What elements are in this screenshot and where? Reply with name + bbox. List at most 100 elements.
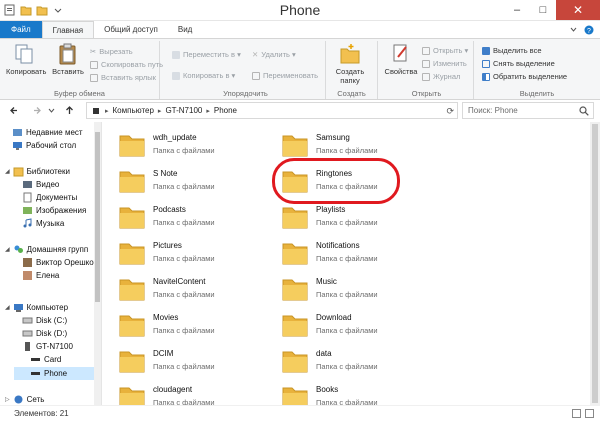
libraries-icon	[13, 167, 24, 177]
open-button[interactable]: Открыть ▾	[422, 45, 468, 56]
nav-item-label: Рабочий стол	[26, 141, 77, 150]
refresh-icon[interactable]: ⟳	[446, 106, 454, 117]
tab-file[interactable]: Файл	[0, 21, 42, 38]
folder-item[interactable]: Podcasts Папка с файлами	[103, 200, 253, 232]
nav-item-documents[interactable]: Документы	[22, 191, 77, 204]
nav-item-user-1[interactable]: Виктор Орешко	[22, 256, 94, 269]
folder-type: Папка с файлами	[316, 290, 378, 299]
search-icon[interactable]	[579, 106, 589, 116]
folder-item[interactable]: Samsung Папка с файлами	[266, 128, 416, 160]
folder-type: Папка с файлами	[316, 146, 378, 155]
nav-item-device[interactable]: GT-N7100	[22, 340, 73, 353]
nav-item-disk-c[interactable]: Disk (C:)	[22, 314, 67, 327]
history-icon	[422, 72, 430, 81]
nav-item-homegroup[interactable]: ◢ Домашняя групп	[5, 243, 88, 256]
folder-item[interactable]: wdh_update Папка с файлами	[103, 128, 253, 160]
search-box[interactable]: Поиск: Phone	[462, 102, 594, 119]
folder-item[interactable]: Download Папка с файлами	[266, 308, 416, 340]
breadcrumb-computer[interactable]: Компьютер	[113, 106, 154, 115]
copy-path-button[interactable]: Скопировать путь	[90, 59, 163, 70]
copy-button[interactable]: Копировать	[6, 43, 46, 76]
folder-name: data	[316, 349, 332, 358]
folder-icon	[282, 243, 308, 265]
nav-item-desktop[interactable]: Рабочий стол	[12, 139, 76, 152]
chevron-down-icon[interactable]	[569, 25, 578, 34]
address-bar[interactable]: ▸ Компьютер ▸ GT-N7100 ▸ Phone ⟳	[86, 102, 458, 119]
folder-item[interactable]: Pictures Папка с файлами	[103, 236, 253, 268]
delete-button[interactable]: ✕ Удалить ▾	[252, 49, 296, 60]
nav-item-libraries[interactable]: ◢ Библиотеки	[5, 165, 70, 178]
nav-item-user-2[interactable]: Елена	[22, 269, 59, 282]
rename-label: Переименовать	[263, 71, 318, 80]
folder-icon	[282, 135, 308, 157]
up-button[interactable]	[63, 104, 76, 117]
folder-item[interactable]: data Папка с файлами	[266, 344, 416, 376]
tiles-view-icon[interactable]	[585, 409, 594, 418]
new-folder-button[interactable]: Создать папку	[328, 43, 372, 85]
folder-item[interactable]: Music Папка с файлами	[266, 272, 416, 304]
pictures-icon	[23, 207, 32, 214]
item-count: Элементов: 21	[14, 409, 69, 418]
arrow-left-icon	[10, 107, 17, 114]
folder-item[interactable]: DCIM Папка с файлами	[103, 344, 253, 376]
move-to-icon	[172, 50, 180, 59]
documents-icon	[23, 192, 32, 203]
content-scrollbar[interactable]	[590, 122, 600, 405]
forward-button[interactable]	[30, 104, 43, 117]
invert-selection-label: Обратить выделение	[493, 72, 568, 81]
nav-item-label: Домашняя групп	[26, 245, 89, 254]
cut-button[interactable]: ✂ Вырезать	[90, 46, 133, 57]
paste-button[interactable]: Вставить	[50, 43, 86, 76]
view-switcher	[572, 409, 594, 418]
new-group-label: Создать	[337, 89, 366, 98]
content-scrollbar-thumb[interactable]	[592, 124, 598, 403]
folder-item[interactable]: Playlists Папка с файлами	[266, 200, 416, 232]
nav-item-video[interactable]: Видео	[22, 178, 59, 191]
minimize-button[interactable]: –	[504, 0, 530, 20]
nav-item-computer[interactable]: ◢ Компьютер	[5, 301, 68, 314]
close-button[interactable]: ✕	[556, 0, 600, 20]
history-button[interactable]: Журнал	[422, 71, 460, 82]
nav-item-phone[interactable]: Phone	[14, 367, 96, 380]
nav-item-music[interactable]: Музыка	[22, 217, 64, 230]
recent-locations-button[interactable]	[47, 104, 56, 117]
folder-item[interactable]: NavitelContent Папка с файлами	[103, 272, 253, 304]
move-to-button[interactable]: Переместить в ▾	[172, 49, 241, 60]
copy-to-button[interactable]: Копировать в ▾	[172, 70, 235, 81]
nav-scrollbar-thumb[interactable]	[95, 132, 100, 302]
back-button[interactable]	[8, 104, 21, 117]
tab-share[interactable]: Общий доступ	[94, 21, 168, 38]
copy-to-icon	[172, 71, 180, 80]
new-folder-label-line1: Создать	[335, 67, 365, 76]
select-none-icon	[482, 59, 490, 68]
nav-scrollbar[interactable]	[94, 122, 101, 405]
video-icon	[23, 181, 32, 188]
select-all-button[interactable]: Выделить все	[482, 45, 542, 56]
tab-view[interactable]: Вид	[168, 21, 202, 38]
nav-item-pictures[interactable]: Изображения	[22, 204, 86, 217]
nav-item-recent[interactable]: Недавние мест	[12, 126, 83, 139]
details-view-icon[interactable]	[572, 409, 581, 418]
breadcrumb-device[interactable]: GT-N7100	[165, 106, 202, 115]
rename-button[interactable]: Переименовать	[252, 70, 318, 81]
folder-item[interactable]: cloudagent Папка с файлами	[103, 380, 253, 405]
nav-item-card[interactable]: Card	[30, 353, 61, 366]
nav-item-label: Сеть	[26, 395, 45, 404]
properties-button[interactable]: Свойства	[382, 43, 420, 76]
nav-item-network[interactable]: ▷ Сеть	[5, 393, 44, 405]
tab-home[interactable]: Главная	[41, 21, 95, 38]
folder-item[interactable]: S Note Папка с файлами	[103, 164, 253, 196]
select-none-button[interactable]: Снять выделение	[482, 58, 555, 69]
edit-button[interactable]: Изменить	[422, 58, 467, 69]
paste-shortcut-button[interactable]: Вставить ярлык	[90, 72, 156, 83]
folder-item[interactable]: Books Папка с файлами	[266, 380, 416, 405]
folder-item[interactable]: Notifications Папка с файлами	[266, 236, 416, 268]
folder-icon	[119, 171, 145, 193]
folder-item[interactable]: Movies Папка с файлами	[103, 308, 253, 340]
recent-places-icon	[13, 129, 22, 136]
help-icon[interactable]: ?	[584, 25, 594, 35]
invert-selection-button[interactable]: Обратить выделение	[482, 71, 567, 82]
breadcrumb-phone[interactable]: Phone	[214, 106, 237, 115]
nav-item-disk-d[interactable]: Disk (D:)	[22, 327, 67, 340]
maximize-button[interactable]: □	[530, 0, 556, 20]
